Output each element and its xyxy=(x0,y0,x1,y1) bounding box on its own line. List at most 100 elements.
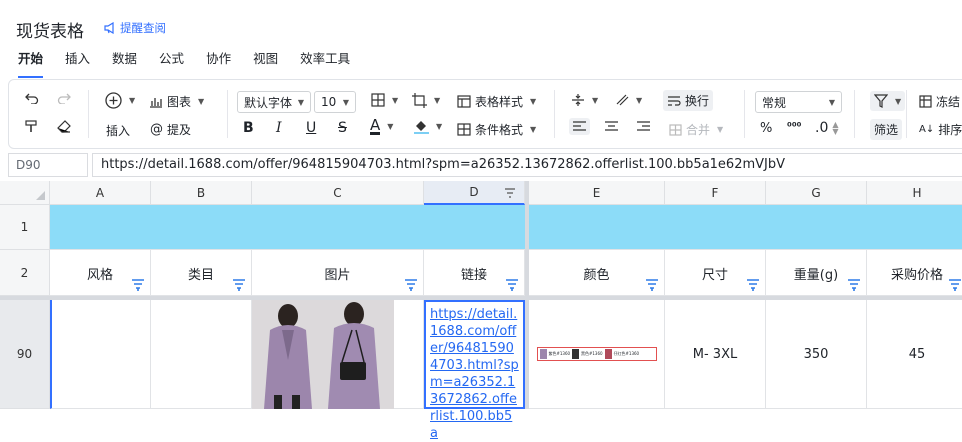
font-color-icon: A xyxy=(370,116,381,135)
underline-button[interactable]: U xyxy=(306,120,316,136)
bold-button[interactable]: B xyxy=(243,120,254,136)
filter-icon[interactable] xyxy=(405,279,417,291)
cell-f90[interactable]: M- 3XL xyxy=(665,300,766,409)
vertical-align-dropdown[interactable]: ▼ xyxy=(571,93,598,107)
conditional-format-label: 条件格式 xyxy=(475,123,524,137)
header-cell-link[interactable]: 链接 xyxy=(424,250,525,296)
filter-icon[interactable] xyxy=(132,279,144,291)
fill-color-button[interactable]: ▼ xyxy=(414,119,442,134)
font-family-select[interactable]: 默认字体 ▼ xyxy=(237,91,311,113)
cell-a90[interactable] xyxy=(50,300,151,409)
filter-icon[interactable] xyxy=(949,279,961,291)
align-center-button[interactable] xyxy=(605,121,618,132)
font-size-select[interactable]: 10 ▼ xyxy=(314,91,356,113)
cell-c90[interactable] xyxy=(252,300,424,409)
header-cell-weight[interactable]: 重量(g) xyxy=(766,250,867,296)
formula-input[interactable]: https://detail.1688.com/offer/9648159047… xyxy=(92,153,962,177)
column-header-a[interactable]: A xyxy=(50,181,151,205)
tab-view[interactable]: 视图 xyxy=(253,52,287,76)
text-rotate-dropdown[interactable]: ▼ xyxy=(615,93,642,107)
redo-button[interactable] xyxy=(57,92,71,104)
wrap-button[interactable]: 换行 xyxy=(663,90,714,111)
document-title[interactable]: 现货表格 xyxy=(16,17,84,42)
conditional-format-dropdown[interactable]: 条件格式 ▼ xyxy=(457,121,536,138)
select-all-corner[interactable] xyxy=(0,181,50,205)
filter-dropdown[interactable]: ▼ xyxy=(870,91,906,111)
chevron-down-icon: ▼ xyxy=(895,96,902,106)
column-header-d[interactable]: D xyxy=(424,181,525,205)
column-header-c[interactable]: C xyxy=(252,181,424,205)
header-cell-color[interactable]: 颜色 xyxy=(529,250,665,296)
row-header-2[interactable]: 2 xyxy=(0,250,50,296)
filter-icon[interactable] xyxy=(848,279,860,291)
header-band-row-1-left[interactable] xyxy=(50,205,525,250)
merge-dropdown[interactable]: 合并 ▼ xyxy=(669,121,723,138)
color-swatches[interactable]: 紫色#1360 黑色#1360 仔红色#1360 xyxy=(536,347,657,361)
insert-dropdown[interactable]: ▼ xyxy=(105,92,135,109)
column-header-f[interactable]: F xyxy=(665,181,766,205)
font-color-button[interactable]: A ▼ xyxy=(370,118,393,135)
tab-efficiency-tools[interactable]: 效率工具 xyxy=(300,52,359,76)
cell-g90[interactable]: 350 xyxy=(766,300,867,409)
strikethrough-button[interactable]: S xyxy=(338,120,347,136)
align-left-button[interactable] xyxy=(569,118,590,135)
table-style-dropdown[interactable]: 表格样式 ▼ xyxy=(457,93,536,110)
swatch-thumb-icon xyxy=(604,349,612,359)
align-right-button[interactable] xyxy=(637,121,650,132)
column-header-h[interactable]: H xyxy=(867,181,962,205)
product-image[interactable] xyxy=(252,300,394,409)
header-cell-size[interactable]: 尺寸 xyxy=(665,250,766,296)
freeze-icon xyxy=(919,95,932,108)
percent-button[interactable]: % xyxy=(760,121,772,136)
row-header-1[interactable]: 1 xyxy=(0,205,50,250)
remind-button[interactable]: 提醒查阅 xyxy=(104,20,166,36)
undo-button[interactable] xyxy=(25,92,39,104)
border-icon xyxy=(371,93,385,107)
cell-e90[interactable]: 紫色#1360 黑色#1360 仔红色#1360 xyxy=(529,300,665,409)
tab-formula[interactable]: 公式 xyxy=(159,52,193,76)
eraser-icon xyxy=(57,120,71,133)
sort-button[interactable]: A↓ 排序 xyxy=(919,121,962,138)
format-painter-button[interactable] xyxy=(25,120,38,133)
column-header-e[interactable]: E xyxy=(529,181,665,205)
cell-h90[interactable]: 45 xyxy=(867,300,962,409)
cell-d90-link[interactable]: https://detail.1688.com/offer/9648159047… xyxy=(424,300,525,441)
filter-icon[interactable] xyxy=(506,279,518,291)
italic-button[interactable]: I xyxy=(276,120,282,136)
filter-icon[interactable] xyxy=(646,279,658,291)
sort-label: 排序 xyxy=(938,123,962,137)
chevron-down-icon: ▼ xyxy=(828,97,835,107)
decimal-button[interactable]: .0 ▲ ▼ xyxy=(815,120,839,136)
insert-label[interactable]: 插入 xyxy=(106,122,130,139)
filter-label[interactable]: 筛选 xyxy=(870,119,903,140)
cell-reference-box[interactable]: D90 xyxy=(8,153,88,177)
column-header-b[interactable]: B xyxy=(151,181,252,205)
clear-format-button[interactable] xyxy=(57,120,71,133)
column-header-g[interactable]: G xyxy=(766,181,867,205)
header-cell-style[interactable]: 风格 xyxy=(50,250,151,296)
filter-icon[interactable] xyxy=(747,279,759,291)
filter-icon[interactable] xyxy=(233,279,245,291)
grid-icon xyxy=(457,123,471,136)
tab-start[interactable]: 开始 xyxy=(18,52,44,78)
row-header-90[interactable]: 90 xyxy=(0,300,50,409)
thousands-button[interactable]: ⁰⁰⁰ xyxy=(787,120,801,133)
chart-dropdown[interactable]: 图表 ▼ xyxy=(149,93,204,110)
tab-insert[interactable]: 插入 xyxy=(65,52,99,76)
menu-bar: 开始 插入 数据 公式 协作 视图 效率工具 xyxy=(18,52,372,78)
mention-button[interactable]: @ 提及 xyxy=(150,121,191,138)
header-cell-image[interactable]: 图片 xyxy=(252,250,424,296)
border-dropdown[interactable]: ▼ xyxy=(371,93,398,107)
tab-collab[interactable]: 协作 xyxy=(206,52,240,76)
header-cell-price[interactable]: 采购价格 xyxy=(867,250,962,296)
megaphone-icon xyxy=(104,22,114,34)
header-link-label: 链接 xyxy=(460,268,487,283)
freeze-button[interactable]: 冻结 xyxy=(919,93,960,110)
cell-b90[interactable] xyxy=(151,300,252,409)
number-format-select[interactable]: 常规 ▼ xyxy=(755,91,842,113)
product-link[interactable]: https://detail.1688.com/offer/9648159047… xyxy=(430,306,520,442)
crop-dropdown[interactable]: ▼ xyxy=(412,93,440,108)
tab-data[interactable]: 数据 xyxy=(112,52,146,76)
header-band-row-1-right[interactable] xyxy=(529,205,962,250)
header-cell-category[interactable]: 类目 xyxy=(151,250,252,296)
